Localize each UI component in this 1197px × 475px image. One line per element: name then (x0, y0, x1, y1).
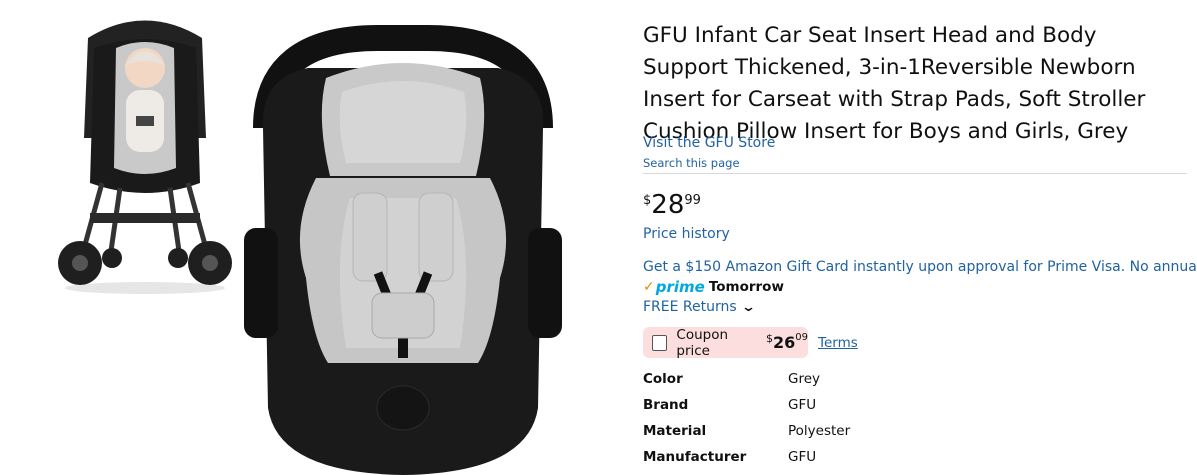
spec-key: Color (643, 371, 683, 387)
spec-row-manufacturer: Manufacturer GFU (643, 449, 1043, 469)
spec-key: Manufacturer (643, 449, 747, 465)
stroller-image[interactable] (50, 8, 240, 298)
spec-value: Grey (788, 371, 821, 387)
spec-value: Polyester (788, 423, 851, 439)
spec-value: GFU (788, 397, 817, 413)
prime-delivery: ✓ prime Tomorrow (643, 278, 784, 296)
prime-check-icon: ✓ (643, 279, 655, 295)
price-fraction: 99 (684, 193, 701, 208)
coupon-price-fraction: 09 (795, 332, 808, 343)
prime-logo: prime (655, 278, 705, 296)
divider (643, 173, 1187, 174)
coupon-box[interactable]: Coupon price $2609 (643, 326, 808, 359)
search-page-link[interactable]: Search this page (643, 156, 740, 170)
coupon-price-whole: 26 (773, 333, 796, 352)
spec-value: GFU (788, 449, 817, 465)
gift-card-offer[interactable]: Get a $150 Amazon Gift Card instantly up… (643, 259, 1197, 275)
free-returns-label[interactable]: FREE Returns (643, 299, 737, 315)
spec-row-brand: Brand GFU (643, 397, 1043, 417)
spec-row-material: Material Polyester (643, 423, 1043, 443)
price-currency: $ (643, 193, 652, 208)
coupon-checkbox[interactable] (652, 334, 668, 351)
delivery-date: Tomorrow (708, 279, 784, 295)
product-image-gallery (0, 0, 630, 475)
price-whole: 28 (651, 190, 685, 220)
product-title: GFU Infant Car Seat Insert Head and Body… (643, 23, 1146, 145)
coupon-terms-link[interactable]: Terms (818, 335, 858, 351)
car-seat-insert-image[interactable] (238, 18, 568, 475)
spec-key: Material (643, 423, 707, 439)
coupon-label: Coupon price (676, 326, 729, 359)
price-history-link[interactable]: Price history (643, 226, 730, 242)
spec-key: Brand (643, 397, 689, 413)
spec-row-color: Color Grey (643, 371, 1043, 391)
store-link[interactable]: Visit the GFU Store (643, 135, 775, 151)
price: $2899 (643, 190, 701, 220)
coupon-price-currency: $ (766, 332, 773, 345)
free-returns[interactable]: FREE Returns ⌄ (643, 299, 756, 315)
chevron-down-icon[interactable]: ⌄ (741, 300, 756, 315)
coupon-price: $2609 (766, 332, 808, 352)
